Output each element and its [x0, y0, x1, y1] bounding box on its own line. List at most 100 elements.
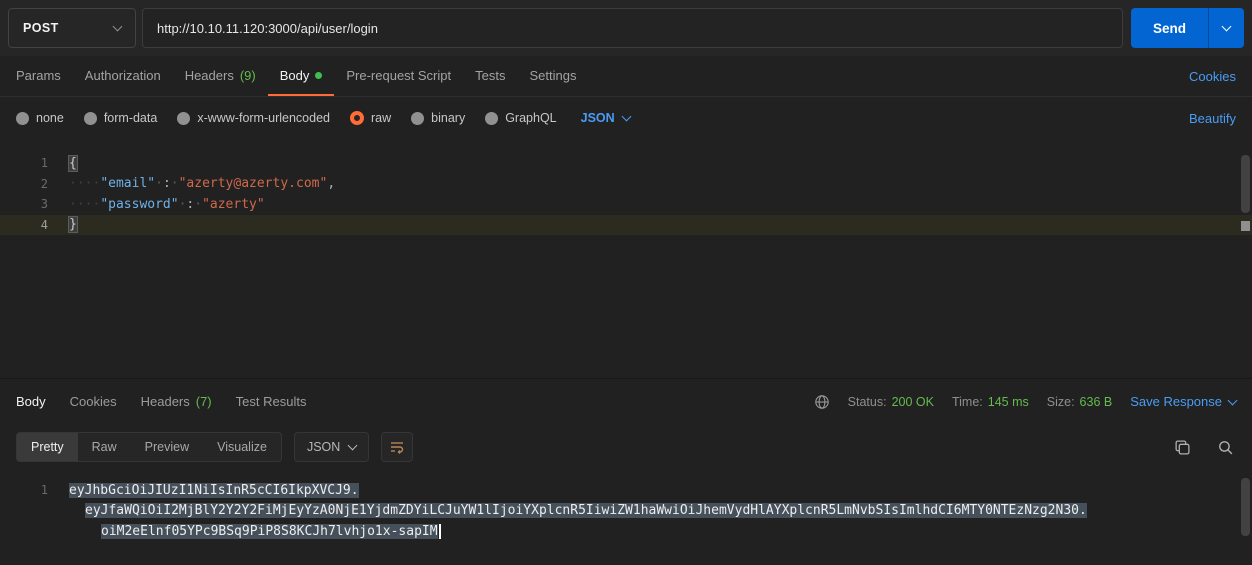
view-tab-preview[interactable]: Preview: [131, 433, 203, 461]
body-type-radios: none form-data x-www-form-urlencoded raw…: [16, 111, 630, 125]
response-line: eyJfaWQiOiI2MjBlY2Y2Y2FiMjEyYzA0NjE1Yjdm…: [0, 501, 1252, 522]
send-button[interactable]: Send: [1131, 8, 1208, 48]
chevron-down-icon: [348, 441, 358, 451]
search-icon: [1217, 439, 1234, 456]
cookies-link[interactable]: Cookies: [1189, 56, 1236, 96]
chevron-down-icon: [621, 112, 631, 122]
request-url-bar: POST Send: [0, 0, 1252, 56]
size-pair: Size: 636 B: [1047, 395, 1112, 409]
send-options-button[interactable]: [1208, 8, 1244, 48]
response-headers-count: (7): [196, 394, 212, 409]
wrap-lines-button[interactable]: [381, 432, 413, 462]
response-tab-test-results[interactable]: Test Results: [224, 394, 319, 409]
radio-icon: [84, 112, 97, 125]
response-tabs: Body Cookies Headers (7) Test Results: [4, 394, 318, 409]
jwt-token-part-1: eyJhbGciOiJIUzI1NiIsInR5cCI6IkpXVCJ9.: [69, 483, 359, 498]
editor-scrollbar[interactable]: [1241, 155, 1250, 213]
send-split-button: Send: [1131, 8, 1244, 48]
json-key: "password": [100, 197, 178, 212]
whitespace-dot: [194, 197, 202, 212]
line-number: 2: [0, 177, 62, 191]
line-number: 3: [0, 197, 62, 211]
radio-icon: [16, 112, 29, 125]
tab-body[interactable]: Body: [268, 56, 335, 96]
radio-selected-icon: [350, 111, 364, 125]
postman-request-view: POST Send Params Authorization Headers (…: [0, 0, 1252, 565]
time-value: 145 ms: [988, 395, 1029, 409]
chevron-down-icon: [113, 22, 123, 32]
url-input[interactable]: [142, 8, 1123, 48]
radio-icon: [177, 112, 190, 125]
jwt-token-part-3: oiM2eElnf05YPc9BSq9PiP8S8KCJh7lvhjo1x-sa…: [101, 524, 438, 539]
view-tab-raw[interactable]: Raw: [78, 433, 131, 461]
jwt-token-part-2: eyJfaWQiOiI2MjBlY2Y2Y2FiMjEyYzA0NjE1Yjdm…: [85, 503, 1087, 518]
text-cursor: [439, 524, 442, 539]
copy-response-button[interactable]: [1174, 439, 1191, 456]
radio-graphql[interactable]: GraphQL: [485, 111, 556, 125]
response-line: 1 eyJhbGciOiJIUzI1NiIsInR5cCI6IkpXVCJ9.: [0, 480, 1252, 501]
line-number: 4: [0, 218, 62, 232]
radio-none[interactable]: none: [16, 111, 64, 125]
response-actions: [1174, 439, 1234, 456]
status-pair: Status: 200 OK: [848, 395, 934, 409]
response-status-group: Status: 200 OK Time: 145 ms Size: 636 B …: [814, 394, 1236, 410]
whitespace-dot: [171, 176, 179, 191]
json-string-value: "azerty": [202, 197, 265, 212]
response-tab-body[interactable]: Body: [4, 394, 58, 409]
response-view-tabs: Pretty Raw Preview Visualize: [16, 432, 282, 462]
response-body-viewer[interactable]: 1 eyJhbGciOiJIUzI1NiIsInR5cCI6IkpXVCJ9. …: [0, 470, 1252, 565]
body-content-dot: [315, 72, 322, 79]
save-response-button[interactable]: Save Response: [1130, 394, 1236, 409]
response-tab-cookies[interactable]: Cookies: [58, 394, 129, 409]
response-header: Body Cookies Headers (7) Test Results St…: [0, 378, 1252, 424]
tab-settings[interactable]: Settings: [517, 56, 588, 96]
view-tab-pretty[interactable]: Pretty: [17, 433, 78, 461]
close-brace: }: [69, 217, 77, 232]
network-globe-icon[interactable]: [814, 394, 830, 410]
response-language-select[interactable]: JSON: [294, 432, 369, 462]
body-language-select[interactable]: JSON: [581, 111, 630, 125]
line-number: 1: [0, 483, 62, 497]
tab-tests[interactable]: Tests: [463, 56, 517, 96]
response-toolbar: Pretty Raw Preview Visualize JSON: [0, 424, 1252, 470]
radio-raw[interactable]: raw: [350, 111, 391, 125]
radio-icon: [485, 112, 498, 125]
response-tab-headers[interactable]: Headers (7): [129, 394, 224, 409]
wrap-lines-icon: [389, 439, 405, 455]
body-type-row: none form-data x-www-form-urlencoded raw…: [0, 97, 1252, 139]
indent-whitespace: [69, 176, 100, 191]
search-response-button[interactable]: [1217, 439, 1234, 456]
radio-form-data[interactable]: form-data: [84, 111, 158, 125]
open-brace: {: [69, 156, 77, 171]
json-key: "email": [100, 176, 155, 191]
copy-icon: [1174, 439, 1191, 456]
editor-cursor-marker: [1241, 221, 1250, 231]
code-line: 3 "password":"azerty": [0, 194, 1252, 215]
headers-count: (9): [240, 68, 256, 83]
indent-whitespace: [69, 197, 100, 212]
response-line: oiM2eElnf05YPc9BSq9PiP8S8KCJh7lvhjo1x-sa…: [0, 521, 1252, 542]
chevron-down-icon: [1222, 22, 1232, 32]
tab-params[interactable]: Params: [4, 56, 73, 96]
code-line: 1 {: [0, 153, 1252, 174]
beautify-link[interactable]: Beautify: [1189, 111, 1236, 126]
method-select[interactable]: POST: [8, 8, 136, 48]
size-value: 636 B: [1080, 395, 1113, 409]
response-view-controls: Pretty Raw Preview Visualize JSON: [16, 432, 413, 462]
line-number: 1: [0, 156, 62, 170]
view-tab-visualize[interactable]: Visualize: [203, 433, 281, 461]
radio-x-www-form-urlencoded[interactable]: x-www-form-urlencoded: [177, 111, 330, 125]
response-scrollbar[interactable]: [1241, 478, 1250, 536]
request-tabs: Params Authorization Headers (9) Body Pr…: [4, 56, 588, 96]
request-tabs-row: Params Authorization Headers (9) Body Pr…: [0, 56, 1252, 97]
chevron-down-icon: [1228, 395, 1238, 405]
tab-pre-request-script[interactable]: Pre-request Script: [334, 56, 463, 96]
whitespace-dot: [155, 176, 163, 191]
status-value: 200 OK: [892, 395, 934, 409]
request-body-editor[interactable]: 1 { 2 "email":"azerty@azerty.com", 3 "pa…: [0, 139, 1252, 378]
tab-authorization[interactable]: Authorization: [73, 56, 173, 96]
tab-headers[interactable]: Headers (9): [173, 56, 268, 96]
code-line: 2 "email":"azerty@azerty.com",: [0, 174, 1252, 195]
json-string-value: "azerty@azerty.com": [179, 176, 328, 191]
radio-binary[interactable]: binary: [411, 111, 465, 125]
